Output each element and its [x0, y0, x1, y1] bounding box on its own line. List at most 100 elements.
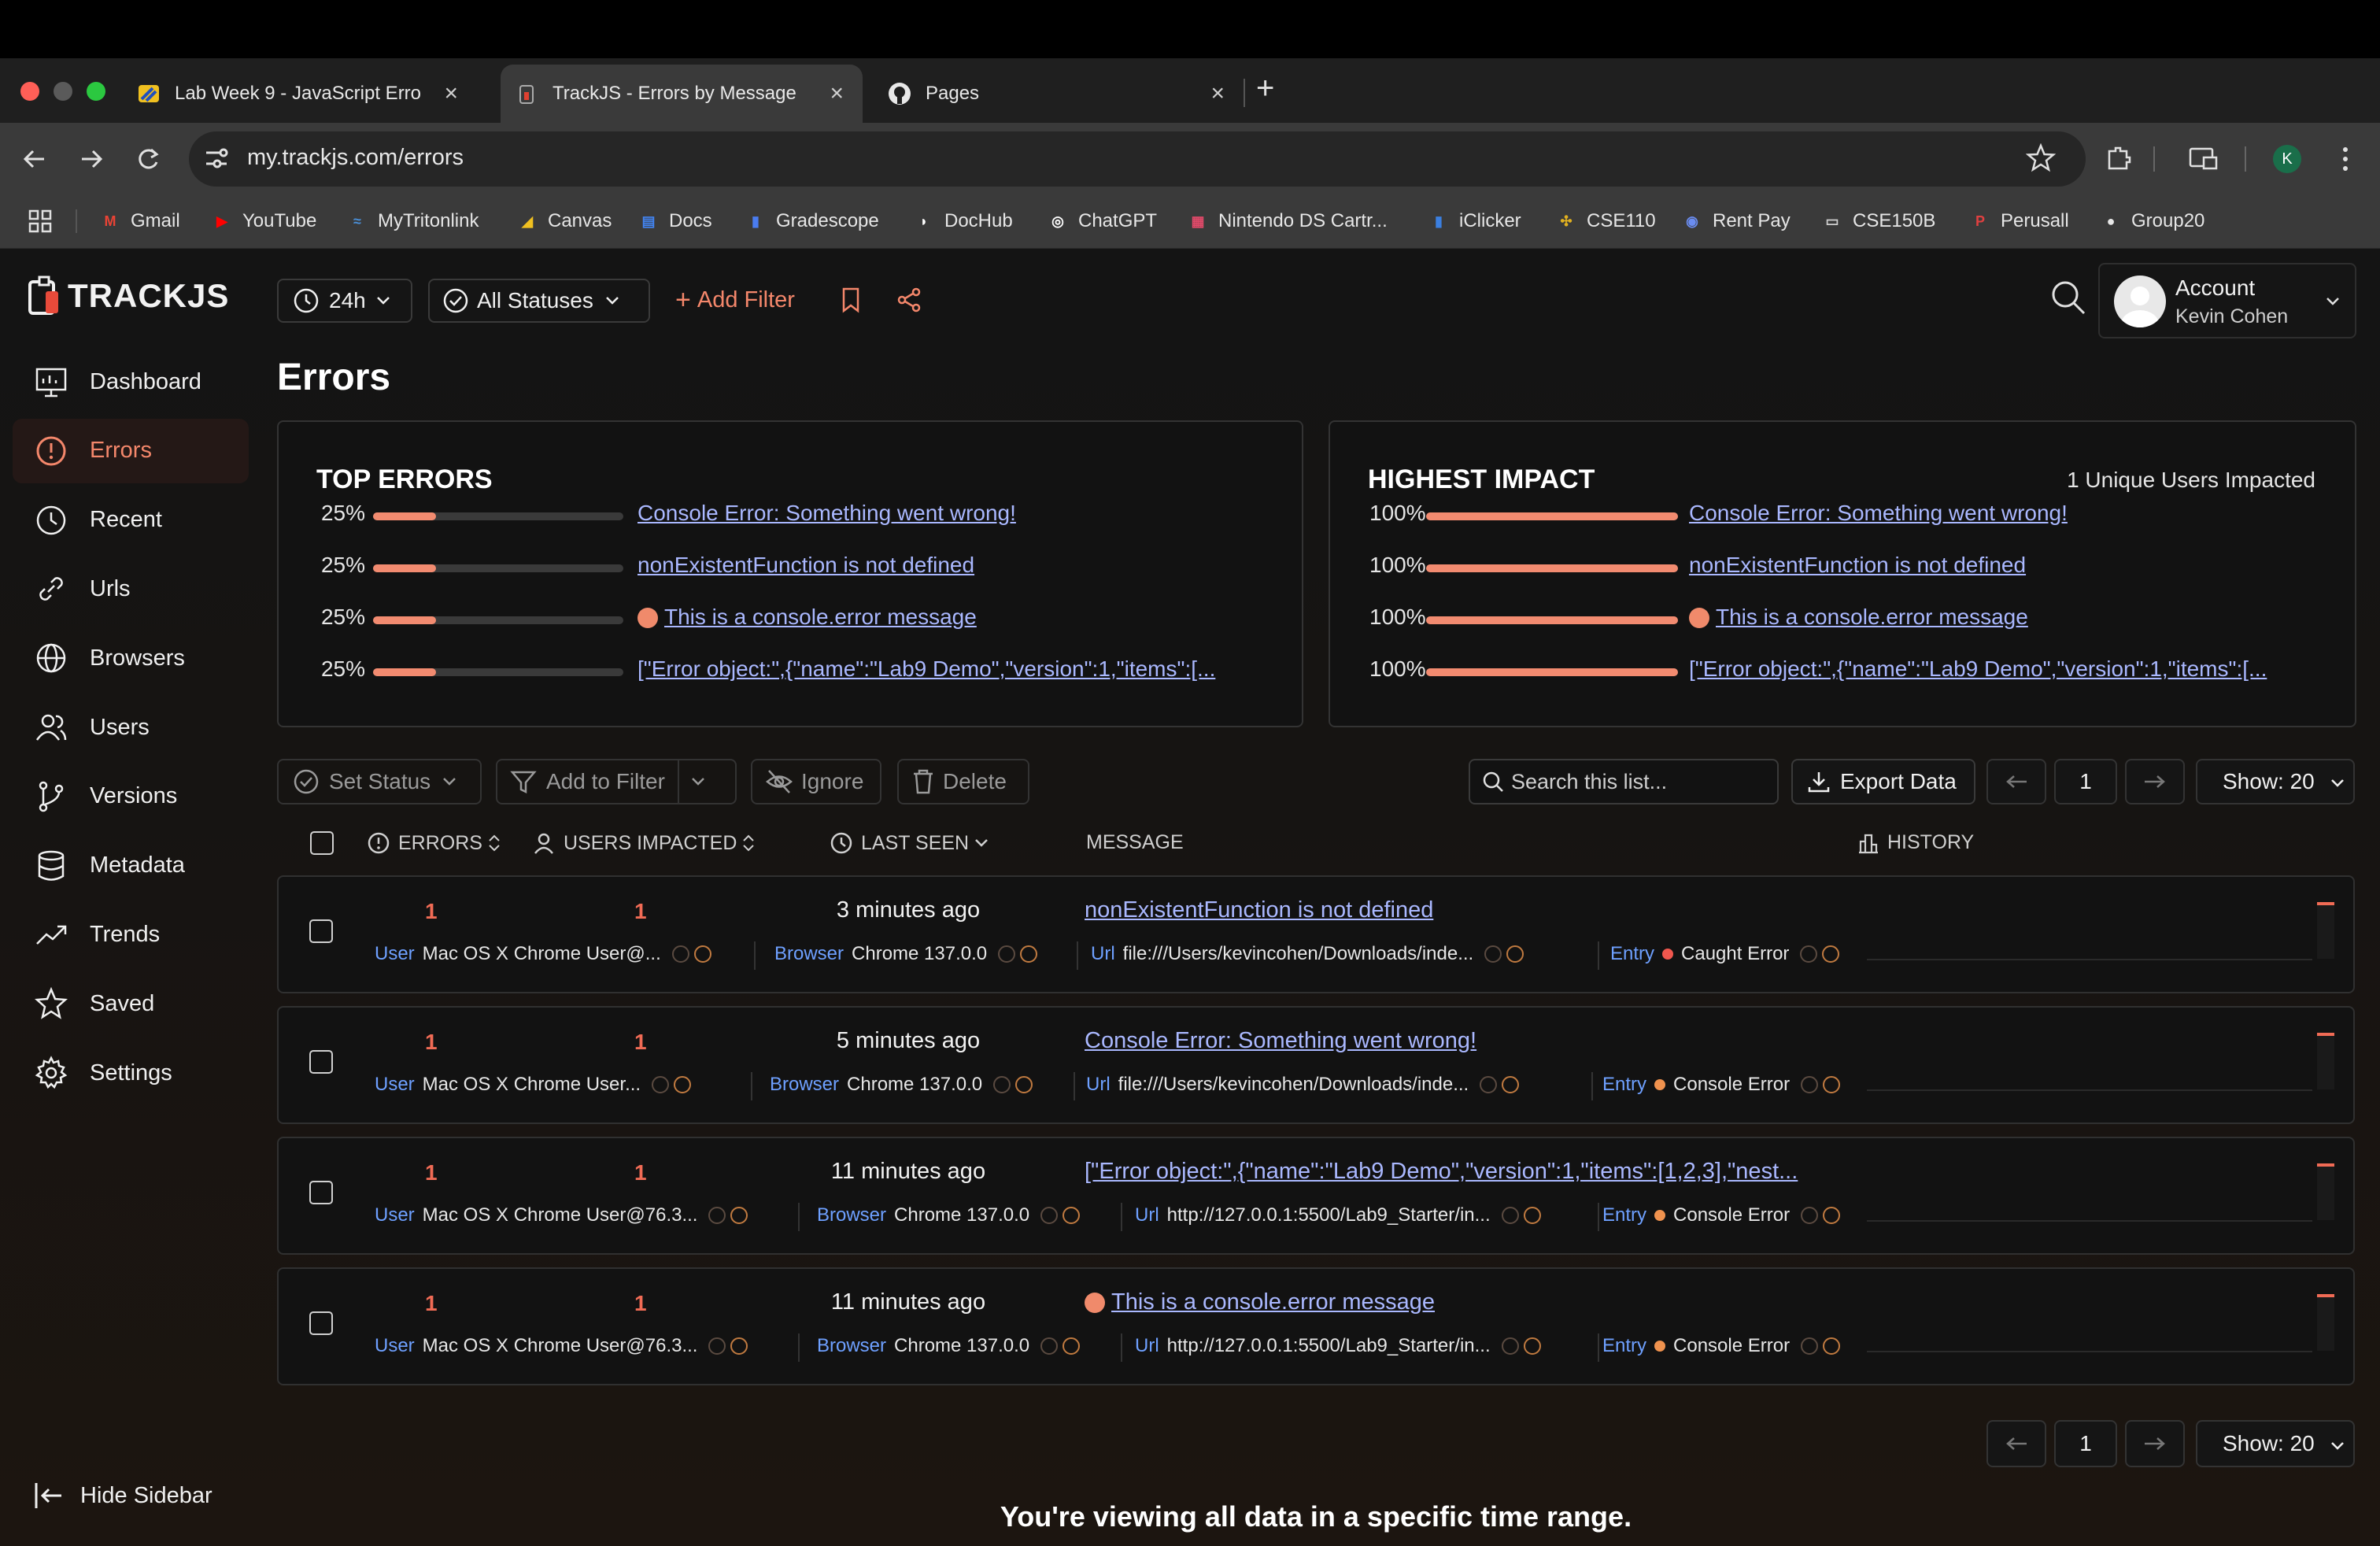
site-settings-icon[interactable] [203, 145, 230, 172]
user-tag[interactable]: User Mac OS X Chrome User@76.3... [375, 1335, 748, 1357]
cast-icon[interactable] [2188, 145, 2219, 173]
include-filter-icon[interactable] [1480, 1076, 1498, 1093]
exclude-filter-icon[interactable] [1015, 1076, 1033, 1093]
forward-icon[interactable] [76, 143, 107, 175]
error-message-link[interactable]: This is a console.error message [638, 605, 1267, 630]
add-filter-button[interactable]: + Add Filter [675, 285, 795, 316]
sidebar-item-metadata[interactable]: Metadata [13, 834, 249, 898]
set-status-button[interactable]: Set Status [277, 759, 482, 804]
sidebar-item-recent[interactable]: Recent [13, 488, 249, 553]
include-filter-icon[interactable] [1801, 1337, 1819, 1355]
include-filter-icon[interactable] [1801, 1207, 1819, 1224]
error-message-link[interactable]: Console Error: Something went wrong! [1085, 1028, 1476, 1054]
error-message-link[interactable]: This is a console.error message [1085, 1289, 1435, 1315]
address-bar[interactable] [189, 131, 2086, 187]
browser-menu-icon[interactable] [2339, 145, 2352, 173]
close-tab-icon[interactable]: × [1210, 82, 1225, 105]
include-filter-icon[interactable] [708, 1337, 726, 1355]
exclude-filter-icon[interactable] [674, 1076, 692, 1093]
exclude-filter-icon[interactable] [1822, 945, 1840, 963]
error-message-link[interactable]: nonExistentFunction is not defined [1085, 897, 1433, 923]
tab-pages[interactable]: Pages × [881, 65, 1244, 123]
url-tag[interactable]: Url file:///Users/kevincohen/Downloads/in… [1086, 1074, 1520, 1096]
show-count-dropdown[interactable]: Show: 20 [2196, 759, 2355, 804]
next-page-button[interactable] [2125, 759, 2185, 804]
sidebar-item-saved[interactable]: Saved [13, 971, 249, 1036]
entry-tag[interactable]: Entry Console Error [1602, 1204, 1841, 1226]
share-icon[interactable] [896, 287, 922, 313]
table-row[interactable] [277, 875, 2355, 993]
bookmark-perusall[interactable]: P Perusall [1969, 208, 2069, 235]
bookmark-rent-pay[interactable]: ◉ Rent Pay [1681, 208, 1791, 235]
time-range-dropdown[interactable]: 24h [277, 279, 412, 323]
status-dropdown[interactable]: All Statuses [428, 279, 650, 323]
include-filter-icon[interactable] [1484, 945, 1502, 963]
bookmark-cse150b[interactable]: ▭ CSE150B [1821, 208, 1935, 235]
page-number-input[interactable]: 1 [2054, 759, 2117, 804]
close-window-button[interactable] [20, 82, 39, 101]
exclude-filter-icon[interactable] [1062, 1337, 1081, 1355]
exclude-filter-icon[interactable] [730, 1337, 748, 1355]
table-row[interactable] [277, 1137, 2355, 1255]
exclude-filter-icon[interactable] [1502, 1076, 1520, 1093]
include-filter-icon[interactable] [1801, 1076, 1819, 1093]
error-message-link[interactable]: Console Error: Something went wrong! [1689, 501, 2319, 526]
include-filter-icon[interactable] [1040, 1337, 1059, 1355]
exclude-filter-icon[interactable] [1523, 1337, 1541, 1355]
select-all-checkbox[interactable] [310, 831, 334, 855]
include-filter-icon[interactable] [1501, 1207, 1519, 1224]
bookmark-docs[interactable]: ▤ Docs [638, 208, 711, 235]
trackjs-logo[interactable]: TRACKJS [25, 274, 229, 318]
entry-tag[interactable]: Entry Caught Error [1610, 943, 1840, 965]
delete-button[interactable]: Delete [897, 759, 1029, 804]
bookmark-gmail[interactable]: M Gmail [99, 208, 180, 235]
url-tag[interactable]: Url http://127.0.0.1:5500/Lab9_Starter/in… [1135, 1335, 1541, 1357]
user-tag[interactable]: User Mac OS X Chrome User@76.3... [375, 1204, 748, 1226]
error-message-link[interactable]: nonExistentFunction is not defined [1689, 553, 2319, 578]
error-message-link[interactable]: ["Error object:",{"name":"Lab9 Demo","ve… [638, 656, 1267, 682]
bookmark-star-icon[interactable] [2026, 143, 2056, 173]
account-menu[interactable]: Account Kevin Cohen [2098, 263, 2356, 338]
browser-tag[interactable]: Browser Chrome 137.0.0 [817, 1204, 1081, 1226]
bookmark-nintendo-ds-cartr[interactable]: ▦ Nintendo DS Cartr... [1187, 208, 1387, 235]
row-checkbox[interactable] [309, 1181, 333, 1204]
reload-icon[interactable] [132, 143, 164, 175]
last-seen-column-header[interactable]: LAST SEEN [830, 831, 989, 855]
browser-tag[interactable]: Browser Chrome 137.0.0 [774, 943, 1038, 965]
sidebar-item-settings[interactable]: Settings [13, 1041, 249, 1105]
sidebar-item-browsers[interactable]: Browsers [13, 626, 249, 690]
sidebar-item-versions[interactable]: Versions [13, 764, 249, 829]
tab-lab-week-9[interactable]: Lab Week 9 - JavaScript Erro × [131, 65, 477, 123]
search-list-input[interactable]: Search this list... [1469, 759, 1779, 804]
include-filter-icon[interactable] [993, 1076, 1011, 1093]
include-filter-icon[interactable] [998, 945, 1016, 963]
include-filter-icon[interactable] [1800, 945, 1818, 963]
include-filter-icon[interactable] [708, 1207, 726, 1224]
bookmark-canvas[interactable]: ◢ Canvas [516, 208, 612, 235]
ignore-button[interactable]: Ignore [751, 759, 881, 804]
entry-tag[interactable]: Entry Console Error [1602, 1074, 1841, 1096]
table-row[interactable] [277, 1267, 2355, 1385]
prev-page-button[interactable] [1986, 759, 2046, 804]
maximize-window-button[interactable] [87, 82, 105, 101]
browser-tag[interactable]: Browser Chrome 137.0.0 [770, 1074, 1033, 1096]
export-data-button[interactable]: Export Data [1791, 759, 1975, 804]
close-tab-icon[interactable]: × [444, 82, 458, 105]
bookmark-chatgpt[interactable]: ◎ ChatGPT [1047, 208, 1157, 235]
include-filter-icon[interactable] [1040, 1207, 1059, 1224]
exclude-filter-icon[interactable] [1823, 1207, 1841, 1224]
sidebar-item-trends[interactable]: Trends [13, 902, 249, 967]
exclude-filter-icon[interactable] [1823, 1076, 1841, 1093]
entry-tag[interactable]: Entry Console Error [1602, 1335, 1841, 1357]
row-checkbox[interactable] [309, 1311, 333, 1335]
sidebar-item-errors[interactable]: Errors [13, 418, 249, 483]
include-filter-icon[interactable] [671, 945, 689, 963]
minimize-window-button[interactable] [54, 82, 72, 101]
sidebar-item-users[interactable]: Users [13, 695, 249, 760]
bookmark-icon[interactable] [839, 287, 863, 313]
error-message-link[interactable]: nonExistentFunction is not defined [638, 553, 1267, 578]
user-tag[interactable]: User Mac OS X Chrome User@... [375, 943, 711, 965]
exclude-filter-icon[interactable] [693, 945, 711, 963]
exclude-filter-icon[interactable] [1506, 945, 1524, 963]
error-message-link[interactable]: ["Error object:",{"name":"Lab9 Demo","ve… [1085, 1159, 1798, 1185]
